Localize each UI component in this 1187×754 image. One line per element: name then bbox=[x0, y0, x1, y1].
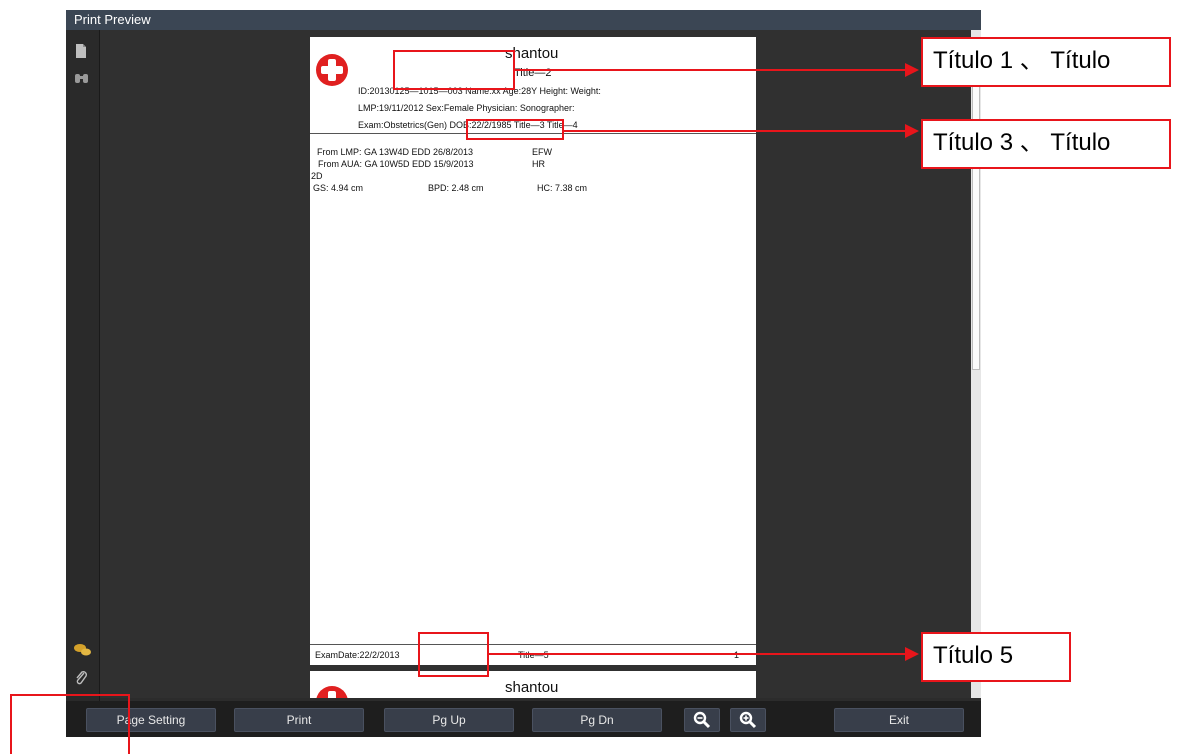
page-setting-bracket-right bbox=[128, 694, 130, 754]
arrowhead-title5 bbox=[905, 647, 919, 661]
highlight-box-title1 bbox=[393, 50, 515, 90]
callout-title3: Título 3 、 Título bbox=[921, 119, 1171, 169]
highlight-box-title5 bbox=[418, 632, 489, 677]
page-setting-button[interactable]: Page Setting bbox=[86, 708, 216, 732]
mode-label: 2D bbox=[311, 171, 323, 181]
left-sidebar bbox=[66, 30, 100, 710]
bottom-toolbar: Page Setting Print Pg Up Pg Dn Exit bbox=[66, 701, 981, 737]
window-title: Print Preview bbox=[66, 10, 981, 30]
pointer-line-title1 bbox=[514, 69, 906, 71]
footer-title-5: Title—5 bbox=[518, 650, 549, 660]
gs-measurement: GS: 4.94 cm bbox=[313, 183, 364, 193]
print-button[interactable]: Print bbox=[234, 708, 364, 732]
callout-title5: Título 5 bbox=[921, 632, 1071, 682]
report-page-2: shantou bbox=[310, 671, 756, 698]
hr-label: HR bbox=[532, 159, 545, 169]
pointer-line-title3 bbox=[563, 130, 906, 132]
efw-label: EFW bbox=[532, 147, 552, 157]
zoom-out-button[interactable] bbox=[684, 708, 720, 732]
zoom-out-icon bbox=[693, 711, 711, 729]
binoculars-icon[interactable] bbox=[74, 71, 90, 85]
page-down-button[interactable]: Pg Dn bbox=[532, 708, 662, 732]
exam-date: ExamDate:22/2/2013 bbox=[315, 650, 400, 660]
zoom-in-button[interactable] bbox=[730, 708, 766, 732]
arrowhead-title3 bbox=[905, 124, 919, 138]
page-number: 1 bbox=[734, 650, 740, 660]
page-setting-bracket-top bbox=[10, 694, 130, 696]
exit-button[interactable]: Exit bbox=[834, 708, 964, 732]
hospital-name: shantou bbox=[505, 679, 559, 696]
page-setting-bracket-left bbox=[10, 694, 12, 754]
from-aua-line: From AUA: GA 10W5D EDD 15/9/2013 bbox=[318, 159, 474, 169]
paperclip-icon[interactable] bbox=[74, 670, 88, 686]
hc-measurement: HC: 7.38 cm bbox=[537, 183, 588, 193]
lmp-line: LMP:19/11/2012 Sex:Female Physician: Son… bbox=[358, 103, 575, 113]
callout-title1: Título 1 、 Título bbox=[921, 37, 1171, 87]
scrollbar-thumb[interactable] bbox=[972, 70, 980, 370]
pointer-line-title5 bbox=[488, 653, 906, 655]
zoom-in-icon bbox=[739, 711, 757, 729]
bpd-measurement: BPD: 2.48 cm bbox=[428, 183, 484, 193]
arrowhead-title1 bbox=[905, 63, 919, 77]
red-cross-logo-icon bbox=[316, 686, 348, 698]
page-up-button[interactable]: Pg Up bbox=[384, 708, 514, 732]
document-icon[interactable] bbox=[74, 43, 88, 59]
footer-divider bbox=[310, 644, 756, 645]
red-cross-logo-icon bbox=[316, 54, 348, 86]
comments-icon[interactable] bbox=[74, 643, 92, 657]
from-lmp-line: From LMP: GA 13W4D EDD 26/8/2013 bbox=[317, 147, 474, 157]
highlight-box-title3 bbox=[466, 119, 564, 140]
